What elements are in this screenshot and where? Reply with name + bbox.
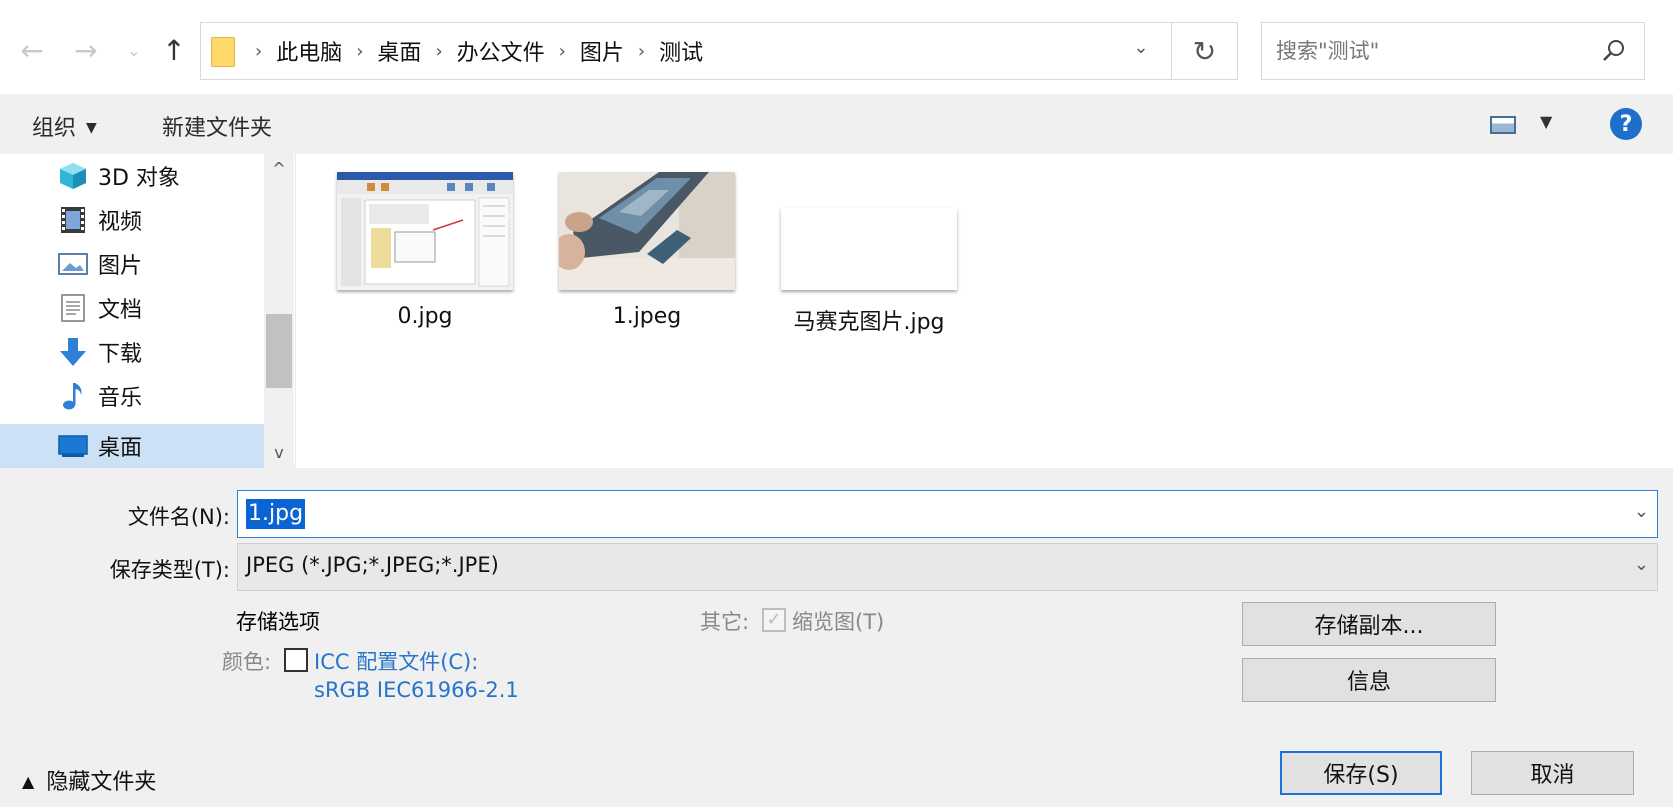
desktop-icon [58,431,88,461]
icc-profile-checkbox[interactable] [284,648,308,672]
filetype-value: JPEG (*.JPG;*.JPEG;*.JPE) [246,553,499,577]
file-item[interactable]: 0.jpg [330,172,520,342]
music-icon [58,381,88,411]
filename-field[interactable]: 1.jpg ⌄ [237,490,1658,538]
chevron-down-icon[interactable]: ⌄ [1634,501,1649,522]
breadcrumb-item[interactable]: 办公文件 [457,35,545,67]
help-icon[interactable]: ? [1610,108,1642,140]
cancel-button[interactable]: 取消 [1471,751,1634,795]
filetype-select[interactable]: JPEG (*.JPG;*.JPEG;*.JPE) ⌄ [237,543,1658,591]
filename-label: 文件名(N): [127,505,230,529]
organize-button[interactable]: 组织 ▼ [32,110,97,142]
nav-item-label: 3D 对象 [98,166,180,191]
scroll-up-icon[interactable]: ^ [264,154,294,184]
nav-item-documents[interactable]: 文档 [0,286,264,330]
toolbar: 组织 ▼ 新建文件夹 ▼ [0,94,1673,154]
search-input[interactable] [1276,35,1596,67]
pictures-icon [58,249,88,279]
chevron-down-icon[interactable]: ⌄ [1634,554,1649,575]
forward-arrow-icon[interactable]: → [66,30,106,70]
refresh-icon[interactable]: ↻ [1172,22,1238,80]
thumbnail-checkbox[interactable]: ✓ [762,608,786,632]
nav-item-label: 音乐 [98,386,143,411]
back-arrow-icon[interactable]: ← [12,30,52,70]
nav-item-desktop[interactable]: 桌面 [0,424,264,468]
organize-label: 组织 [32,116,77,141]
address-bar[interactable]: › 此电脑 › 桌面 › 办公文件 › 图片 › 测试 ⌄ [200,22,1172,80]
video-icon [58,205,88,235]
save-button[interactable]: 保存(S) [1280,751,1442,795]
breadcrumb-item[interactable]: 此电脑 [276,35,342,67]
info-button[interactable]: 信息 [1242,658,1496,702]
scrollbar-thumb[interactable] [266,314,292,388]
address-row: ← → ⌄ ↑ › 此电脑 › 桌面 › 办公文件 › 图片 › 测试 ⌄ ↻ [0,0,1673,94]
up-arrow-icon[interactable]: ↑ [154,30,194,70]
nav-item-label: 文档 [98,298,143,323]
file-thumbnail [559,172,735,290]
caret-down-icon: ▼ [86,120,97,136]
filetype-label: 保存类型(T): [109,558,230,582]
nav-item-downloads[interactable]: 下载 [0,330,264,374]
nav-item-label: 图片 [98,254,143,279]
save-copy-button[interactable]: 存储副本... [1242,602,1496,646]
view-icon [1490,116,1516,134]
nav-item-label: 下载 [98,342,143,367]
file-name: 马赛克图片.jpg [793,310,945,335]
file-item[interactable]: 1.jpeg [552,172,742,342]
recent-locations-chevron-icon[interactable]: ⌄ [114,30,154,70]
change-view-button[interactable]: ▼ [1490,112,1566,140]
documents-icon [58,293,88,323]
breadcrumb-separator-icon[interactable]: › [435,41,442,62]
scroll-down-icon[interactable]: v [264,438,294,468]
nav-item-videos[interactable]: 视频 [0,198,264,242]
navigation-pane: 3D 对象 视频 图片 文档 下载 音乐 桌面 ^ v [0,154,296,468]
download-icon [58,337,88,367]
nav-item-label: 视频 [98,210,143,235]
folder-icon [211,37,235,67]
filename-input[interactable]: 1.jpg [246,499,306,529]
breadcrumb-item[interactable]: 图片 [580,35,624,67]
icc-profile-value: sRGB IEC61966-2.1 [314,678,519,702]
nav-item-pictures[interactable]: 图片 [0,242,264,286]
breadcrumb: › 此电脑 › 桌面 › 办公文件 › 图片 › 测试 [241,23,703,79]
breadcrumb-separator-icon[interactable]: › [638,41,645,62]
file-thumbnail [781,208,957,290]
breadcrumb-separator-icon[interactable]: › [559,41,566,62]
chevron-down-icon[interactable]: ⌄ [1121,37,1161,67]
nav-item-music[interactable]: 音乐 [0,374,264,418]
file-item[interactable]: 马赛克图片.jpg [774,172,964,342]
color-label: 颜色: [222,650,272,674]
nav-item-label: 桌面 [98,436,143,461]
file-thumbnail [337,172,513,290]
breadcrumb-item[interactable]: 桌面 [377,35,421,67]
new-folder-button[interactable]: 新建文件夹 [162,110,272,142]
hide-folders-label: 隐藏文件夹 [46,770,157,795]
search-box[interactable] [1261,22,1645,80]
breadcrumb-item[interactable]: 测试 [659,35,703,67]
nav-item-3d-objects[interactable]: 3D 对象 [0,154,264,198]
3d-objects-icon [58,161,88,191]
chevron-up-icon: ▲ [22,772,35,791]
file-list: 0.jpg 1.jpeg 马赛克图片.jpg [296,154,1673,468]
hide-folders-toggle[interactable]: ▲ 隐藏文件夹 [22,764,156,796]
caret-down-icon: ▼ [1540,112,1553,131]
other-label: 其它: [700,610,750,634]
breadcrumb-separator-icon: › [255,40,263,62]
save-options-heading: 存储选项 [236,610,320,634]
breadcrumb-separator-icon[interactable]: › [356,41,363,62]
search-icon[interactable] [1600,37,1628,65]
icc-profile-label[interactable]: ICC 配置文件(C): [314,646,478,676]
thumbnail-label: 缩览图(T) [792,610,885,634]
